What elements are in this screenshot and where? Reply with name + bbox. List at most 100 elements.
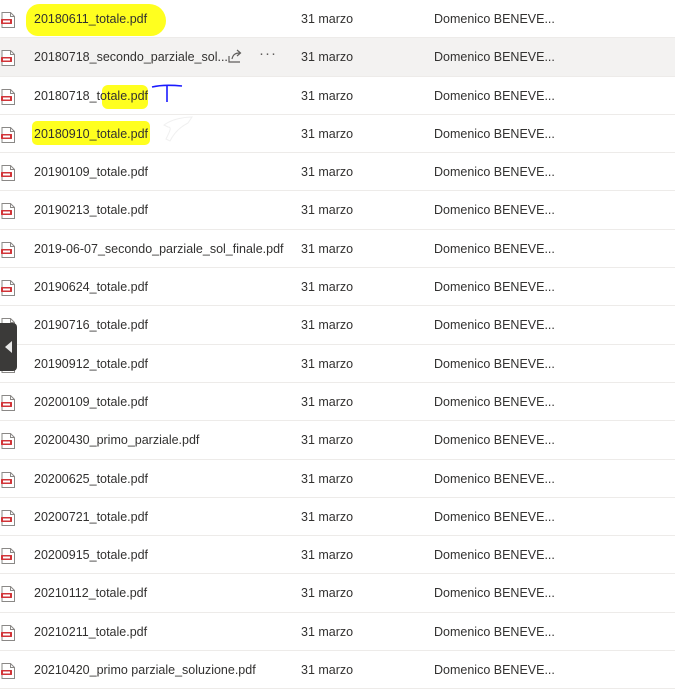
- file-row[interactable]: 20200625_totale.pdf 31 marzo Domenico BENE…: [0, 460, 675, 498]
- file-name-link[interactable]: 20180910_totale.pdf: [32, 120, 150, 145]
- file-name-text: 20180910_totale.pdf: [34, 126, 148, 141]
- file-name-text: 2019-06-07_secondo_parziale_sol_finale.p…: [34, 241, 284, 256]
- modified-date: 31 marzo: [301, 241, 354, 256]
- file-name-link[interactable]: 20180718_totale.pdf: [34, 84, 148, 109]
- pen-annotation: [151, 84, 183, 102]
- file-name-text: 20190912_totale.pdf: [34, 356, 148, 371]
- file-name-text: 20190109_totale.pdf: [34, 165, 148, 180]
- file-name-text: 20180718_secondo_parziale_sol...: [34, 50, 228, 65]
- file-name-text: 20200625_totale.pdf: [34, 471, 148, 486]
- file-list: 20180611_totale.pdf 31 marzo Domenico BENE…: [0, 0, 675, 689]
- file-row[interactable]: 20190912_totale.pdf 31 marzo Domenico BENE…: [0, 345, 675, 383]
- modified-by: Domenico BENEVE...: [434, 663, 555, 678]
- file-name-link[interactable]: 20200721_totale.pdf: [34, 510, 148, 524]
- file-row[interactable]: 20210420_primo parziale_soluzione.pdf 31 …: [0, 651, 675, 689]
- modified-by: Domenico BENEVE...: [434, 165, 555, 180]
- file-row[interactable]: 20180910_totale.pdf 31 marzo Domenico BENE…: [0, 115, 675, 154]
- pdf-file-icon: [1, 433, 15, 450]
- file-name-link[interactable]: 20190213_totale.pdf: [34, 203, 148, 217]
- file-name-link[interactable]: 20200915_totale.pdf: [34, 548, 148, 562]
- file-name-text: 20190213_totale.pdf: [34, 203, 148, 218]
- modified-by: Domenico BENEVE...: [434, 356, 555, 371]
- pdf-file-icon: [1, 509, 15, 526]
- modified-date: 31 marzo: [301, 165, 354, 180]
- modified-date: 31 marzo: [301, 203, 354, 218]
- modified-date: 31 marzo: [301, 586, 354, 601]
- file-name-link[interactable]: 20190716_totale.pdf: [34, 318, 148, 332]
- modified-date: 31 marzo: [301, 88, 354, 103]
- side-panel-toggle[interactable]: [0, 323, 17, 371]
- file-name-link[interactable]: 20190912_totale.pdf: [34, 357, 148, 371]
- pdf-file-icon: [1, 241, 15, 258]
- modified-date: 31 marzo: [301, 280, 354, 295]
- pdf-file-icon: [1, 12, 15, 28]
- pdf-file-icon: [1, 663, 15, 680]
- modified-by: Domenico BENEVE...: [434, 548, 555, 563]
- file-row[interactable]: 20190213_totale.pdf 31 marzo Domenico BENE…: [0, 191, 675, 230]
- file-row[interactable]: 20200915_totale.pdf 31 marzo Domenico BENE…: [0, 536, 675, 575]
- modified-date: 31 marzo: [301, 12, 354, 26]
- modified-date: 31 marzo: [301, 433, 354, 448]
- pdf-file-icon: [1, 624, 15, 641]
- modified-by: Domenico BENEVE...: [434, 509, 555, 524]
- modified-date: 31 marzo: [301, 624, 354, 639]
- file-name-link[interactable]: 20200109_totale.pdf: [34, 395, 148, 409]
- file-row[interactable]: 20180718_secondo_parziale_sol... ··· 31 ma…: [0, 38, 675, 77]
- modified-date: 31 marzo: [301, 394, 354, 409]
- file-name-text: 20190716_totale.pdf: [34, 318, 148, 333]
- file-row[interactable]: 20190109_totale.pdf 31 marzo Domenico BENE…: [0, 153, 675, 192]
- file-name-link[interactable]: 20200430_primo_parziale.pdf: [34, 433, 199, 447]
- file-name-text: 20200109_totale.pdf: [34, 394, 148, 409]
- file-name-link[interactable]: 20190109_totale.pdf: [34, 165, 148, 179]
- file-row[interactable]: 20200109_totale.pdf 31 marzo Domenico BENE…: [0, 383, 675, 422]
- file-row[interactable]: 20210211_totale.pdf 31 marzo Domenico BENE…: [0, 613, 675, 652]
- modified-by: Domenico BENEVE...: [434, 318, 555, 333]
- modified-date: 31 marzo: [301, 126, 354, 141]
- pdf-file-icon: [1, 50, 15, 67]
- file-name-text: 20200915_totale.pdf: [34, 548, 148, 563]
- modified-by: Domenico BENEVE...: [434, 241, 555, 256]
- modified-date: 31 marzo: [301, 50, 354, 65]
- file-name-text: 20200430_primo_parziale.pdf: [34, 433, 200, 448]
- modified-date: 31 marzo: [301, 509, 354, 524]
- pdf-file-icon: [1, 394, 15, 411]
- modified-date: 31 marzo: [301, 548, 354, 563]
- modified-by: Domenico BENEVE...: [434, 88, 555, 103]
- file-row[interactable]: 20210112_totale.pdf 31 marzo Domenico BENE…: [0, 574, 675, 613]
- modified-date: 31 marzo: [301, 663, 354, 678]
- modified-date: 31 marzo: [301, 318, 354, 333]
- more-options-icon[interactable]: ···: [259, 46, 276, 64]
- modified-by: Domenico BENEVE...: [434, 12, 555, 26]
- file-row[interactable]: 20180718_totale.pdf 31 marzo Domenico BENE…: [0, 77, 675, 115]
- pdf-file-icon: [1, 471, 15, 488]
- file-name-link[interactable]: 20210420_primo parziale_soluzione.pdf: [34, 663, 256, 677]
- file-row[interactable]: 20200721_totale.pdf 31 marzo Domenico BENE…: [0, 498, 675, 537]
- pdf-file-icon: [1, 586, 15, 603]
- file-row[interactable]: 20190716_totale.pdf 31 marzo Domenico BENE…: [0, 306, 675, 345]
- pdf-file-icon: [1, 280, 15, 297]
- file-name-link[interactable]: 20180611_totale.pdf: [26, 4, 166, 36]
- file-name-text: 20180611_totale.pdf: [34, 12, 148, 26]
- file-name-text: 20180718_totale.pdf: [34, 88, 148, 103]
- modified-by: Domenico BENEVE...: [434, 126, 555, 141]
- file-row[interactable]: 20180611_totale.pdf 31 marzo Domenico BENE…: [0, 0, 675, 39]
- file-name-link[interactable]: 20190624_totale.pdf: [34, 280, 148, 294]
- file-row[interactable]: 20190624_totale.pdf 31 marzo Domenico BENE…: [0, 268, 675, 307]
- pdf-file-icon: [1, 165, 15, 182]
- file-name-text: 20190624_totale.pdf: [34, 280, 148, 295]
- pdf-file-icon: [1, 126, 15, 143]
- file-name-link[interactable]: 20210112_totale.pdf: [34, 586, 147, 600]
- modified-by: Domenico BENEVE...: [434, 624, 555, 639]
- modified-by: Domenico BENEVE...: [434, 50, 555, 65]
- modified-by: Domenico BENEVE...: [434, 433, 555, 448]
- file-row[interactable]: 2019-06-07_secondo_parziale_sol_finale.p…: [0, 230, 675, 269]
- file-row[interactable]: 20200430_primo_parziale.pdf 31 marzo Domen…: [0, 421, 675, 460]
- file-name-link[interactable]: 20180718_secondo_parziale_sol...: [34, 50, 228, 64]
- chevron-left-icon: [5, 341, 12, 353]
- file-name-text: 20200721_totale.pdf: [34, 509, 148, 524]
- share-icon[interactable]: [227, 48, 243, 64]
- file-name-link[interactable]: 2019-06-07_secondo_parziale_sol_finale.p…: [34, 242, 284, 256]
- file-name-link[interactable]: 20200625_totale.pdf: [34, 472, 148, 486]
- file-name-text: 20210112_totale.pdf: [34, 586, 148, 601]
- file-name-link[interactable]: 20210211_totale.pdf: [34, 625, 147, 639]
